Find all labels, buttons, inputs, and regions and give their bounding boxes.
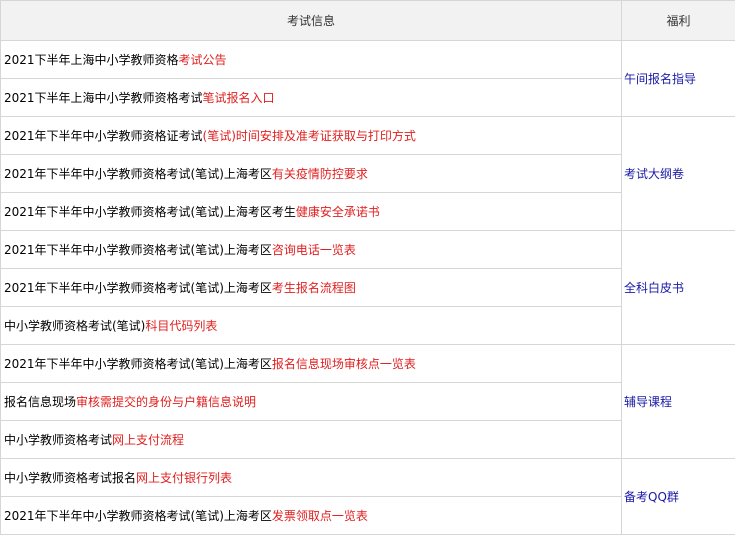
benefit-link-whitepaper[interactable]: 全科白皮书	[622, 231, 735, 345]
row-text: 2021年下半年中小学教师资格考试(笔试)上海考区	[4, 167, 272, 181]
header-benefits: 福利	[622, 1, 735, 41]
row-cell: 中小学教师资格考试报名网上支付银行列表	[1, 459, 622, 497]
row-cell: 2021年下半年中小学教师资格考试(笔试)上海考区考生报名流程图	[1, 269, 622, 307]
table-row: 2021年下半年中小学教师资格证考试(笔试)时间安排及准考证获取与打印方式 考试…	[1, 117, 735, 155]
row-cell: 2021年下半年中小学教师资格证考试(笔试)时间安排及准考证获取与打印方式	[1, 117, 622, 155]
benefit-link-syllabus[interactable]: 考试大纲卷	[622, 117, 735, 231]
row-text: 2021下半年上海中小学教师资格	[4, 53, 179, 67]
row-text: 2021年下半年中小学教师资格考试(笔试)上海考区	[4, 509, 272, 523]
row-link[interactable]: 科目代码列表	[145, 319, 217, 333]
row-cell: 中小学教师资格考试网上支付流程	[1, 421, 622, 459]
row-text: 中小学教师资格考试(笔试)	[4, 319, 145, 333]
row-cell: 2021年下半年中小学教师资格考试(笔试)上海考区咨询电话一览表	[1, 231, 622, 269]
row-text: 2021年下半年中小学教师资格考试(笔试)上海考区	[4, 357, 272, 371]
row-link[interactable]: 考试公告	[179, 53, 227, 67]
table-row: 2021年下半年中小学教师资格考试(笔试)上海考区咨询电话一览表 全科白皮书	[1, 231, 735, 269]
exam-info-table: 考试信息 福利 2021下半年上海中小学教师资格考试公告 午间报名指导 2021…	[0, 0, 735, 535]
row-cell: 2021下半年上海中小学教师资格考试公告	[1, 41, 622, 79]
benefit-link-qq-group[interactable]: 备考QQ群	[622, 459, 735, 535]
row-cell: 报名信息现场审核需提交的身份与户籍信息说明	[1, 383, 622, 421]
row-link[interactable]: 有关疫情防控要求	[272, 167, 368, 181]
table-row: 2021年下半年中小学教师资格考试(笔试)上海考区报名信息现场审核点一览表 辅导…	[1, 345, 735, 383]
row-link[interactable]: 笔试报名入口	[203, 91, 275, 105]
row-link[interactable]: 健康安全承诺书	[296, 205, 380, 219]
row-link[interactable]: 报名信息现场审核点一览表	[272, 357, 416, 371]
row-text: 2021年下半年中小学教师资格证考试	[4, 129, 203, 143]
table-row: 中小学教师资格考试报名网上支付银行列表 备考QQ群	[1, 459, 735, 497]
row-cell: 2021年下半年中小学教师资格考试(笔试)上海考区考生健康安全承诺书	[1, 193, 622, 231]
row-text: 2021年下半年中小学教师资格考试(笔试)上海考区	[4, 243, 272, 257]
row-text: 中小学教师资格考试报名	[4, 471, 136, 485]
row-link[interactable]: 考生报名流程图	[272, 281, 356, 295]
table-header-row: 考试信息 福利	[1, 1, 735, 41]
table-row: 2021下半年上海中小学教师资格考试公告 午间报名指导	[1, 41, 735, 79]
row-text: 报名信息现场	[4, 395, 76, 409]
benefit-link-lunch-guidance[interactable]: 午间报名指导	[622, 41, 735, 117]
row-text: 中小学教师资格考试	[4, 433, 112, 447]
row-cell: 中小学教师资格考试(笔试)科目代码列表	[1, 307, 622, 345]
row-link[interactable]: 网上支付银行列表	[136, 471, 232, 485]
row-cell: 2021年下半年中小学教师资格考试(笔试)上海考区报名信息现场审核点一览表	[1, 345, 622, 383]
row-text: 2021年下半年中小学教师资格考试(笔试)上海考区考生	[4, 205, 296, 219]
row-link[interactable]: 发票领取点一览表	[272, 509, 368, 523]
row-text: 2021年下半年中小学教师资格考试(笔试)上海考区	[4, 281, 272, 295]
row-link[interactable]: 咨询电话一览表	[272, 243, 356, 257]
row-cell: 2021下半年上海中小学教师资格考试笔试报名入口	[1, 79, 622, 117]
row-text: 2021下半年上海中小学教师资格考试	[4, 91, 203, 105]
row-cell: 2021年下半年中小学教师资格考试(笔试)上海考区发票领取点一览表	[1, 497, 622, 535]
header-exam-info: 考试信息	[1, 1, 622, 41]
row-cell: 2021年下半年中小学教师资格考试(笔试)上海考区有关疫情防控要求	[1, 155, 622, 193]
row-link[interactable]: 审核需提交的身份与户籍信息说明	[76, 395, 256, 409]
row-link[interactable]: 网上支付流程	[112, 433, 184, 447]
row-link[interactable]: (笔试)时间安排及准考证获取与打印方式	[203, 129, 416, 143]
benefit-link-courses[interactable]: 辅导课程	[622, 345, 735, 459]
